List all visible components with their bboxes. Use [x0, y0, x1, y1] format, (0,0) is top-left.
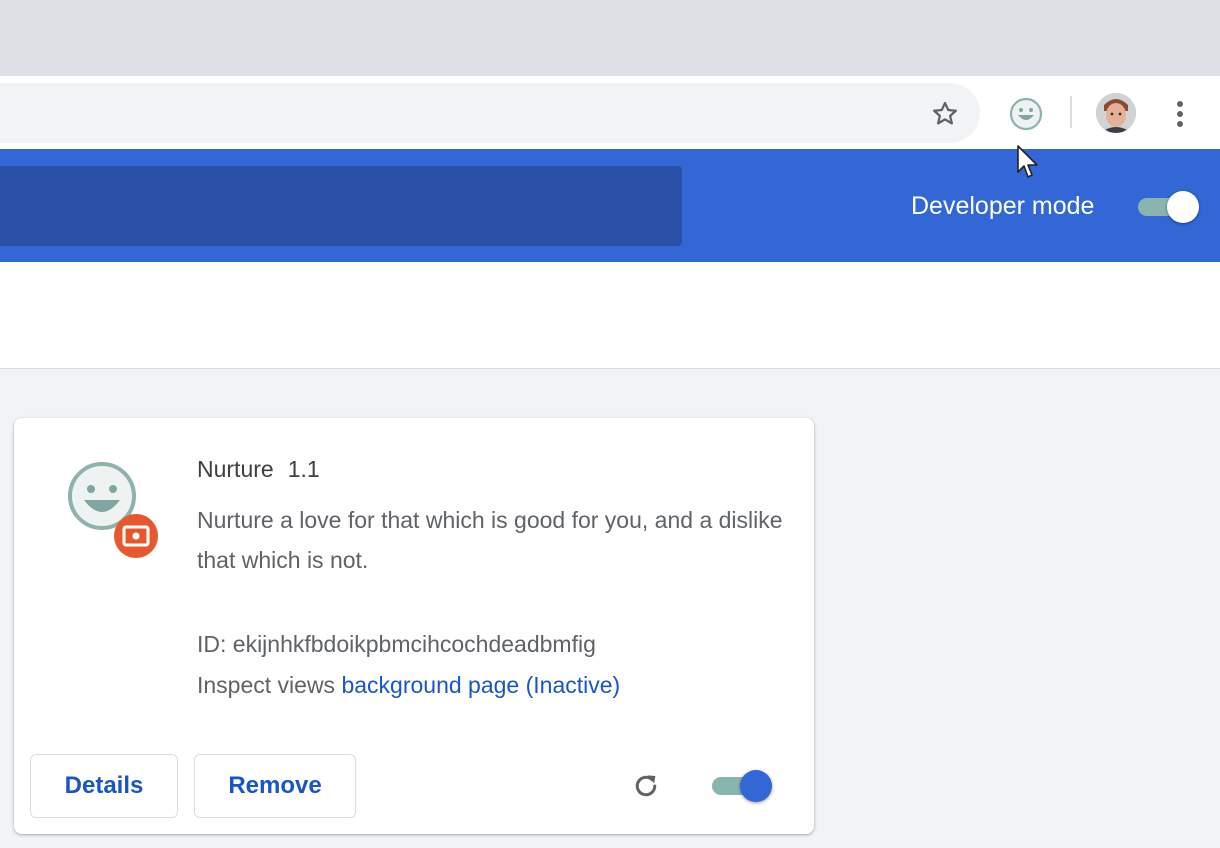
toolbar-divider	[1070, 96, 1072, 128]
extension-card: Nurture 1.1 Nurture a love for that which…	[14, 418, 814, 834]
details-button[interactable]: Details	[30, 754, 178, 818]
extension-smiley-icon	[66, 462, 162, 558]
extension-description: Nurture a love for that which is good fo…	[197, 507, 783, 573]
background-page-link[interactable]: background page (Inactive)	[341, 672, 620, 698]
profile-avatar[interactable]	[1096, 93, 1136, 133]
more-menu-icon[interactable]	[1160, 92, 1200, 136]
remove-button[interactable]: Remove	[194, 754, 356, 818]
reload-icon[interactable]	[626, 766, 666, 806]
bookmark-star-icon[interactable]	[923, 92, 967, 136]
toggle-knob	[1167, 191, 1199, 223]
inspect-views: Inspect views background page (Inactive)	[197, 670, 620, 700]
search-extensions-field[interactable]	[0, 166, 682, 246]
extension-smiley-icon[interactable]	[1004, 92, 1048, 136]
extension-version: 1.1	[287, 456, 320, 482]
extension-id: ID: ekijnhkfbdoikpbmcihcochdeadbmfig	[197, 631, 596, 657]
extension-name: Nurture	[197, 456, 274, 482]
inspect-views-label: Inspect views	[197, 672, 336, 698]
developer-mode-toggle[interactable]	[1138, 191, 1200, 223]
browser-toolbar	[0, 76, 1220, 149]
mouse-cursor-icon	[1016, 144, 1040, 180]
extension-enable-toggle[interactable]	[712, 770, 774, 802]
tab-strip	[0, 0, 1220, 76]
address-bar[interactable]	[0, 83, 980, 143]
toggle-knob	[740, 770, 772, 802]
developer-toolbar	[0, 262, 1220, 369]
developer-mode-label: Developer mode	[911, 192, 1095, 220]
extension-title: Nurture 1.1	[197, 454, 320, 484]
